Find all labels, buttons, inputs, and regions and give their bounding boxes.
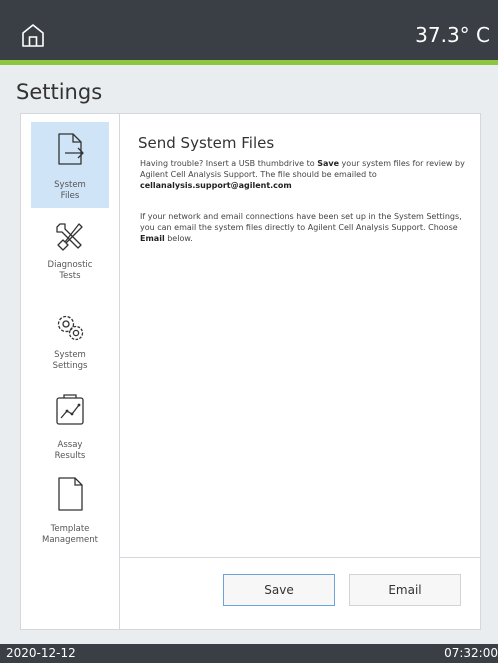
results-chart-icon [56, 394, 84, 425]
system-files-icon [58, 133, 84, 165]
content-area: Send System Files Having trouble? Insert… [120, 114, 480, 629]
sidebar-item-label: Assay Results [54, 440, 86, 461]
email-instructions: If your network and email connections ha… [140, 212, 462, 243]
accent-stripe [0, 60, 498, 65]
status-date: 2020-12-12 [6, 646, 76, 660]
sidebar-item-template-management[interactable]: Template Management [31, 472, 109, 558]
save-instructions: Having trouble? Insert a USB thumbdrive … [140, 159, 465, 190]
tools-icon [56, 223, 83, 251]
top-bar: 37.3° C [0, 0, 498, 60]
sidebar-item-system-settings[interactable]: System Settings [31, 300, 109, 386]
settings-sidebar: System Files Diagnostic Tests System Set… [21, 114, 120, 629]
gears-icon [57, 315, 84, 341]
sidebar-item-assay-results[interactable]: Assay Results [31, 386, 109, 472]
page-title: Settings [16, 80, 103, 104]
home-icon[interactable] [20, 22, 46, 48]
save-button[interactable]: Save [223, 574, 335, 606]
sidebar-item-label: System Files [54, 180, 86, 201]
settings-panel: System Files Diagnostic Tests System Set… [20, 113, 481, 630]
sidebar-item-diagnostic-tests[interactable]: Diagnostic Tests [31, 210, 109, 296]
sidebar-item-system-files[interactable]: System Files [31, 122, 109, 208]
button-bar: Save Email [120, 557, 480, 631]
email-button[interactable]: Email [349, 574, 461, 606]
section-heading: Send System Files [138, 134, 275, 152]
sidebar-item-label: Template Management [42, 524, 98, 545]
document-icon [58, 477, 83, 511]
sidebar-item-label: Diagnostic Tests [47, 260, 93, 281]
sidebar-item-label: System Settings [52, 350, 88, 371]
status-time: 07:32:00 [444, 646, 498, 660]
status-bar: 2020-12-12 07:32:00 [0, 644, 498, 663]
temperature-readout: 37.3° C [415, 23, 490, 47]
